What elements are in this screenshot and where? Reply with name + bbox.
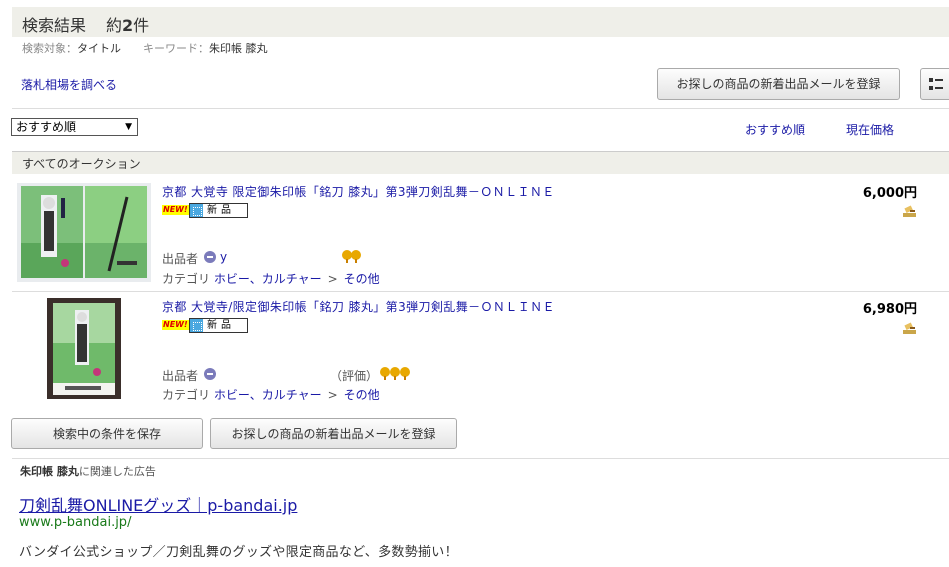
rating-icon <box>400 367 410 380</box>
rating-text: （評価） <box>330 369 379 383</box>
ad-description: バンダイ公式ショップ／刀剣乱舞のグッズや限定商品など、多数勢揃い！ <box>19 545 458 560</box>
dropdown-arrow-icon: ▼ <box>125 122 132 132</box>
auction-item: 京都 大覚寺 限定御朱印帳「銘刀 膝丸」第3弾刀剣乱舞－ＯＮＬＩＮＥ NEW! … <box>12 176 949 291</box>
item-title-link[interactable]: 京都 大覚寺/限定御朱印帳「銘刀 膝丸」第3弾刀剣乱舞－ＯＮＬＩＮＥ <box>162 298 555 315</box>
category-link-hobby[interactable]: ホビー、カルチャー <box>214 272 322 286</box>
gavel-icon <box>903 322 916 334</box>
rating-icon <box>351 250 361 263</box>
search-criteria: 検索対象：タイトル キーワード：朱印帳 膝丸 <box>22 40 268 56</box>
view-toggle-button[interactable] <box>920 68 949 100</box>
target-value: タイトル <box>77 42 121 55</box>
seller-name[interactable]: y <box>220 250 227 264</box>
item-price: 6,980円 <box>862 302 917 317</box>
ad-keyword: 朱印帳 膝丸 <box>20 465 79 478</box>
rating-icon <box>380 367 390 380</box>
ad-title-link[interactable]: 刀剣乱舞ONLINEグッズ｜p-bandai.jp <box>19 492 297 516</box>
sort-selected-value: おすすめ順 <box>16 120 77 134</box>
target-label: 検索対象： <box>22 42 77 55</box>
count-value: 2 <box>122 16 134 35</box>
sort-tab-current-price[interactable]: 現在価格 <box>846 121 894 138</box>
section-header: すべてのオークション <box>12 151 949 174</box>
goshuincho-image <box>21 186 147 278</box>
category-row: カテゴリ ホビー、カルチャー > その他 <box>162 386 380 403</box>
category-link-other[interactable]: その他 <box>344 272 380 286</box>
category-link-other[interactable]: その他 <box>344 388 380 402</box>
gavel-icon <box>903 205 916 217</box>
condition-text: 新品 <box>207 205 235 216</box>
category-label: カテゴリ <box>162 388 211 402</box>
condition-text: 新品 <box>207 320 235 331</box>
market-price-link[interactable]: 落札相場を調べる <box>21 76 117 93</box>
category-separator: > <box>327 388 338 402</box>
seller-label: 出品者 <box>162 252 199 266</box>
sort-tab-recommended[interactable]: おすすめ順 <box>745 121 805 138</box>
item-thumbnail[interactable] <box>47 298 121 399</box>
divider <box>12 458 949 459</box>
ad-url[interactable]: www.p-bandai.jp/ <box>19 515 131 530</box>
category-separator: > <box>327 272 338 286</box>
item-price: 6,000円 <box>862 186 917 201</box>
keyword-label: キーワード： <box>143 42 209 55</box>
minus-icon <box>204 368 216 380</box>
category-row: カテゴリ ホビー、カルチャー > その他 <box>162 270 380 287</box>
sort-dropdown[interactable]: おすすめ順 ▼ <box>11 118 138 136</box>
condition-icon <box>190 204 203 217</box>
seller-label: 出品者 <box>162 369 199 383</box>
goshuincho-image <box>47 298 121 399</box>
new-badge: NEW! <box>162 205 189 215</box>
ad-label-suffix: に関連した広告 <box>78 465 156 478</box>
condition-badge: 新品 <box>189 203 248 218</box>
count-suffix: 件 <box>133 16 150 35</box>
item-thumbnail[interactable] <box>17 183 151 282</box>
seller-row: 出品者 y <box>162 250 361 267</box>
auction-item: 京都 大覚寺/限定御朱印帳「銘刀 膝丸」第3弾刀剣乱舞－ＯＮＬＩＮＥ NEW! … <box>12 292 949 407</box>
new-listing-mail-button-bottom[interactable]: お探しの商品の新着出品メールを登録 <box>210 418 457 449</box>
item-title-link[interactable]: 京都 大覚寺 限定御朱印帳「銘刀 膝丸」第3弾刀剣乱舞－ＯＮＬＩＮＥ <box>162 183 555 200</box>
condition-badge: 新品 <box>189 318 248 333</box>
save-search-button[interactable]: 検索中の条件を保存 <box>11 418 203 449</box>
section-title: すべてのオークション <box>22 157 141 171</box>
new-listing-mail-button-top[interactable]: お探しの商品の新着出品メールを登録 <box>657 68 900 100</box>
result-count: 約2件 <box>106 12 149 36</box>
category-link-hobby[interactable]: ホビー、カルチャー <box>214 388 322 402</box>
count-prefix: 約 <box>106 16 123 35</box>
new-badge: NEW! <box>162 320 189 330</box>
minus-icon <box>204 251 216 263</box>
ad-label: 朱印帳 膝丸に関連した広告 <box>20 463 156 479</box>
page-title: 検索結果 <box>22 16 87 35</box>
list-view-icon <box>929 78 943 90</box>
keyword-value: 朱印帳 膝丸 <box>209 42 268 55</box>
result-header: 検索結果 約2件 <box>12 7 949 37</box>
category-label: カテゴリ <box>162 272 211 286</box>
seller-row: 出品者 （評価） <box>162 367 410 384</box>
condition-icon <box>190 319 203 332</box>
divider <box>12 108 949 109</box>
rating-icon <box>390 367 400 380</box>
